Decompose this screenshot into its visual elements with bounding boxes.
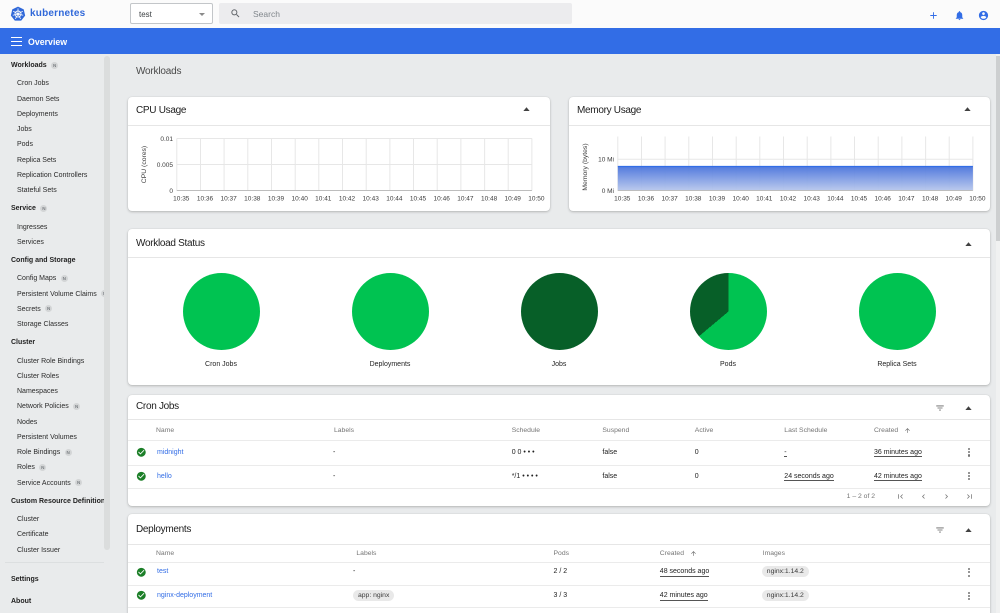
svg-text:0: 0 (169, 188, 173, 195)
svg-text:0.005: 0.005 (157, 162, 174, 169)
svg-text:10:42: 10:42 (339, 195, 356, 202)
svg-text:10:45: 10:45 (851, 195, 868, 202)
svg-text:10 Mi: 10 Mi (598, 156, 614, 163)
svg-text:CPU (cores): CPU (cores) (141, 145, 148, 182)
svg-text:10:36: 10:36 (638, 195, 655, 202)
svg-text:10:37: 10:37 (220, 195, 237, 202)
svg-text:10:40: 10:40 (733, 195, 750, 202)
svg-text:10:41: 10:41 (756, 195, 773, 202)
svg-text:10:46: 10:46 (434, 195, 451, 202)
svg-text:10:38: 10:38 (244, 195, 261, 202)
svg-text:10:40: 10:40 (292, 195, 309, 202)
svg-text:10:43: 10:43 (363, 195, 380, 202)
svg-text:0 Mi: 0 Mi (602, 188, 614, 195)
svg-text:10:42: 10:42 (780, 195, 797, 202)
svg-text:10:49: 10:49 (505, 195, 522, 202)
svg-text:10:50: 10:50 (528, 195, 545, 202)
svg-text:10:43: 10:43 (804, 195, 821, 202)
svg-text:10:41: 10:41 (315, 195, 332, 202)
svg-text:10:37: 10:37 (661, 195, 678, 202)
svg-text:10:36: 10:36 (197, 195, 214, 202)
svg-text:10:46: 10:46 (875, 195, 892, 202)
svg-text:0.01: 0.01 (160, 136, 173, 143)
svg-text:10:47: 10:47 (898, 195, 915, 202)
svg-text:10:45: 10:45 (410, 195, 427, 202)
svg-text:10:38: 10:38 (685, 195, 702, 202)
svg-text:10:49: 10:49 (946, 195, 963, 202)
svg-text:10:44: 10:44 (827, 195, 844, 202)
svg-text:10:48: 10:48 (922, 195, 939, 202)
svg-text:10:50: 10:50 (969, 195, 986, 202)
svg-text:10:39: 10:39 (268, 195, 285, 202)
svg-text:10:48: 10:48 (481, 195, 498, 202)
svg-text:Memory (bytes): Memory (bytes) (582, 143, 589, 190)
svg-text:10:47: 10:47 (457, 195, 474, 202)
svg-text:10:35: 10:35 (173, 195, 190, 202)
svg-text:10:35: 10:35 (614, 195, 631, 202)
svg-text:10:44: 10:44 (386, 195, 403, 202)
svg-text:10:39: 10:39 (709, 195, 726, 202)
